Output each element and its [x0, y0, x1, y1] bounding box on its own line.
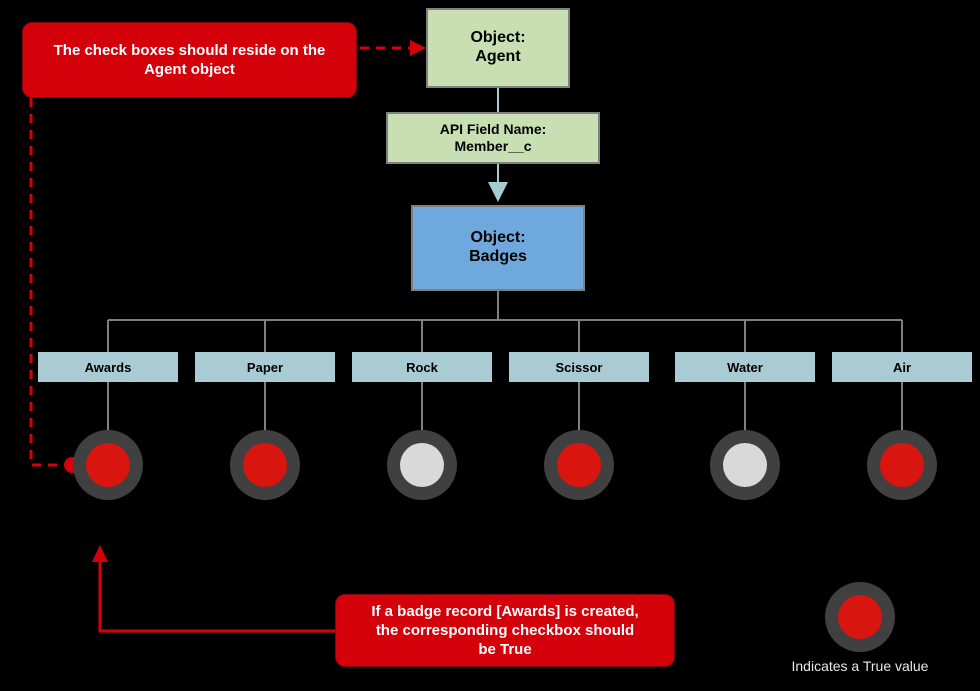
node-badges-line1: Object: — [470, 229, 526, 247]
checkbox-scissor[interactable] — [544, 430, 614, 500]
checkbox-awards[interactable] — [73, 430, 143, 500]
node-agent-line2: Agent — [475, 48, 521, 65]
checkbox-air[interactable] — [867, 430, 937, 500]
badge-label-scissor: Scissor — [555, 359, 603, 375]
dashed-callout-to-awards — [29, 98, 62, 467]
annotation-bottom-line1: If a badge record [Awards] is created, — [371, 602, 639, 620]
annotation-bottom-line3: be True — [478, 641, 532, 659]
checkbox-rock-fill-icon — [400, 443, 444, 487]
badge-label-rock: Rock — [406, 359, 438, 375]
node-api-line1: API Field Name: — [439, 121, 547, 138]
node-object-badges[interactable]: Object: Badges — [411, 205, 585, 291]
badge-box-paper[interactable]: Paper — [195, 352, 335, 382]
node-agent-line1: Object: — [470, 29, 526, 47]
annotation-bottom-line2: the corresponding checkbox should — [375, 621, 635, 639]
annotation-top-line2: Agent object — [144, 61, 235, 78]
annotation-callout-bottom: If a badge record [Awards] is created, t… — [335, 594, 675, 667]
badge-label-awards: Awards — [84, 359, 132, 375]
badge-label-paper: Paper — [246, 359, 284, 375]
checkbox-paper-fill-icon — [243, 443, 287, 487]
arrowhead-callout-to-agent — [410, 40, 426, 56]
checkbox-awards-fill-icon — [86, 443, 130, 487]
badge-label-air: Air — [892, 359, 912, 375]
checkbox-scissor-fill-icon — [557, 443, 601, 487]
badge-label-water: Water — [727, 359, 763, 375]
node-api-line2: Member__c — [454, 138, 532, 154]
badge-box-air[interactable]: Air — [832, 352, 972, 382]
arrowhead-bottom-callout — [92, 545, 108, 562]
node-api-field-name[interactable]: API Field Name: Member__c — [386, 112, 600, 164]
badge-box-rock[interactable]: Rock — [352, 352, 492, 382]
annotation-callout-top: The check boxes should reside on the Age… — [22, 22, 357, 98]
badge-box-water[interactable]: Water — [675, 352, 815, 382]
checkbox-rock[interactable] — [387, 430, 457, 500]
arrowhead-api-to-badges — [488, 182, 508, 202]
checkbox-paper[interactable] — [230, 430, 300, 500]
badge-box-scissor[interactable]: Scissor — [509, 352, 649, 382]
checkbox-water[interactable] — [710, 430, 780, 500]
legend-checkbox-fill-icon — [838, 595, 882, 639]
badge-box-awards[interactable]: Awards — [38, 352, 178, 382]
diagram-canvas: Object: Agent API Field Name: Member__c … — [0, 0, 980, 691]
checkbox-water-fill-icon — [723, 443, 767, 487]
node-badges-line2: Badges — [469, 248, 527, 265]
annotation-top-line1: The check boxes should reside on the — [53, 41, 326, 59]
legend-checkbox-true-icon — [825, 582, 895, 652]
checkbox-air-fill-icon — [880, 443, 924, 487]
arrow-bottom-callout-to-awards — [98, 562, 335, 633]
legend: Indicates a True value — [760, 582, 960, 674]
node-object-agent[interactable]: Object: Agent — [426, 8, 570, 88]
legend-label: Indicates a True value — [791, 658, 929, 674]
